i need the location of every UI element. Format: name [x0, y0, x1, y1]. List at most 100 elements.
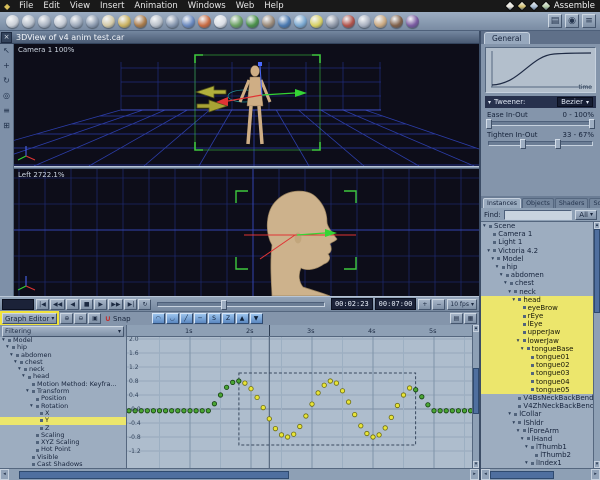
- tree-item-visible[interactable]: Visible: [0, 454, 126, 461]
- tab-objects[interactable]: Objects: [522, 198, 554, 208]
- keyframe-point[interactable]: [187, 408, 193, 414]
- keyframe-point[interactable]: [443, 408, 449, 414]
- close-viewport-icon[interactable]: ×: [1, 31, 12, 43]
- keyframe-point[interactable]: [230, 379, 236, 386]
- insert-cone-icon[interactable]: [37, 14, 51, 28]
- keyframe-point[interactable]: [150, 408, 156, 414]
- end-time-display[interactable]: 00:07:00: [374, 298, 417, 310]
- tree-item-lowerjaw[interactable]: ▾ lowerJaw: [481, 336, 593, 345]
- go-end-button[interactable]: ▶|: [124, 298, 138, 310]
- tree-item-lhand[interactable]: ▾ lHand: [481, 435, 593, 443]
- play-button[interactable]: ▶: [94, 298, 108, 310]
- keyframe-point[interactable]: [193, 408, 199, 414]
- tangent-step-button[interactable]: Z: [221, 313, 235, 324]
- keyframe-point[interactable]: [413, 387, 419, 393]
- insert-vertex-object-icon[interactable]: [133, 14, 147, 28]
- keyframe-point[interactable]: [455, 408, 461, 414]
- tree-item-neck[interactable]: ▾ neck: [0, 366, 126, 373]
- keyframe-point[interactable]: [376, 432, 382, 438]
- scroll-up-icon[interactable]: ▴: [473, 325, 479, 332]
- insert-particle-emitter-icon[interactable]: [165, 14, 179, 28]
- keyframe-point[interactable]: [242, 380, 248, 386]
- menu-windows[interactable]: Windows: [183, 1, 231, 11]
- scroll-down-icon[interactable]: ▾: [473, 461, 479, 468]
- left-viewport-canvas[interactable]: [14, 169, 479, 296]
- keyframe-point[interactable]: [321, 382, 327, 388]
- tree-item-hot-point[interactable]: Hot Point: [0, 446, 126, 453]
- zoom-in-icon[interactable]: ⊕: [60, 313, 74, 324]
- tree-item-z[interactable]: Z: [0, 425, 126, 432]
- tree-item-lforearm[interactable]: ▾ lForeArm: [481, 427, 593, 435]
- keyframe-point[interactable]: [260, 405, 266, 411]
- figure-model[interactable]: [238, 65, 272, 145]
- tree-item-chest[interactable]: ▾ chest: [0, 359, 126, 366]
- properties-list-icon[interactable]: ▤: [548, 14, 562, 28]
- scroll-up-icon[interactable]: ▴: [594, 222, 600, 229]
- keyframe-point[interactable]: [144, 408, 150, 414]
- keyframe-point[interactable]: [285, 434, 291, 440]
- tweener-value-dropdown[interactable]: Bezier ▾: [557, 97, 593, 107]
- go-start-button[interactable]: |◀: [36, 298, 49, 310]
- camera-viewport-canvas[interactable]: [14, 44, 479, 166]
- scrubber-thumb[interactable]: [221, 299, 228, 310]
- keyframe-point[interactable]: [272, 426, 278, 432]
- keyframe-point[interactable]: [217, 392, 224, 398]
- keyframe-point[interactable]: [437, 408, 443, 414]
- ik-handle-arrows-icon[interactable]: [194, 85, 229, 113]
- graph-editor-canvas[interactable]: 2.0 1.6 1.2 0.8 0.4 -0.0 -0.4 -0.8 -1.2: [127, 337, 472, 468]
- camera-viewport[interactable]: Camera 1 100%: [14, 44, 479, 166]
- tangent-linear-button[interactable]: ╱: [179, 313, 193, 324]
- insert-figure-icon[interactable]: [373, 14, 387, 28]
- insert-metaball-icon[interactable]: [149, 14, 163, 28]
- tree-item-leye[interactable]: lEye: [481, 320, 593, 329]
- tree-item-neck[interactable]: ▾ neck: [481, 288, 593, 296]
- tree-item-tongue03[interactable]: tongue03: [481, 369, 593, 378]
- tangent-in-button[interactable]: ▲: [235, 313, 249, 324]
- tree-item-upperjaw[interactable]: upperJaw: [481, 328, 593, 337]
- insert-target-icon[interactable]: [341, 14, 355, 28]
- viewport-titlebar[interactable]: × 3DView of v4 anim test.car: [0, 31, 479, 44]
- tangent-out-button[interactable]: ▼: [249, 313, 263, 324]
- keyframe-point[interactable]: [364, 430, 370, 437]
- delete-keyframe-button[interactable]: −: [432, 298, 446, 310]
- time-cursor[interactable]: [269, 325, 270, 336]
- tree-item-scaling[interactable]: Scaling: [0, 432, 126, 439]
- tree-item-cast-shadows[interactable]: Cast Shadows: [0, 461, 126, 468]
- select-tool-icon[interactable]: ↖: [3, 47, 10, 55]
- tree-item-lthumb1[interactable]: ▾ lThumb1: [481, 443, 593, 451]
- panel-scroll-thumb[interactable]: [490, 470, 554, 479]
- scene-scroll-thumb[interactable]: [594, 229, 600, 313]
- menu-animation[interactable]: Animation: [129, 1, 182, 11]
- tree-item-reye[interactable]: rEye: [481, 312, 593, 321]
- keyframe-point[interactable]: [431, 408, 437, 414]
- tree-item-eyebrow[interactable]: eyeBrow: [481, 303, 593, 313]
- panel-menu-icon[interactable]: ≡: [582, 14, 596, 28]
- tree-item-scene[interactable]: ▾ Scene: [481, 222, 593, 230]
- graph-options-icon[interactable]: ▤: [450, 313, 463, 324]
- tree-item-tonguebase[interactable]: ▾ tongueBase: [481, 344, 593, 353]
- menu-view[interactable]: View: [65, 1, 95, 11]
- timeline-scrubber[interactable]: [157, 299, 325, 310]
- tree-item-model[interactable]: ▾ Model: [0, 337, 126, 344]
- keyframe-point[interactable]: [406, 385, 413, 391]
- keyframe-point[interactable]: [266, 416, 272, 422]
- keyframe-point[interactable]: [199, 408, 205, 414]
- tree-item-hip[interactable]: ▾ hip: [481, 263, 593, 271]
- tangent-bezier-button[interactable]: S: [207, 313, 221, 324]
- tangent-ease-button[interactable]: ◡: [165, 313, 179, 324]
- keyframe-point[interactable]: [425, 402, 431, 408]
- insert-infinite-plane-icon[interactable]: [85, 14, 99, 28]
- tree-item-lcollar[interactable]: ▾ lCollar: [481, 410, 593, 418]
- time-ruler[interactable]: 1s 2s 3s 4s 5s: [127, 325, 472, 337]
- head-profile-model[interactable]: [266, 190, 338, 296]
- insert-group-icon[interactable]: [357, 14, 371, 28]
- insert-cube-icon[interactable]: [21, 14, 35, 28]
- fit-view-icon[interactable]: ▣: [88, 313, 102, 324]
- tree-item-y[interactable]: Y: [0, 417, 126, 425]
- track-view-icon[interactable]: ◉: [565, 14, 579, 28]
- menu-help[interactable]: Help: [259, 1, 288, 11]
- keyframe-point[interactable]: [461, 408, 468, 414]
- menu-file[interactable]: File: [14, 1, 38, 11]
- tree-item-camera-1[interactable]: Camera 1: [481, 230, 593, 238]
- left-ortho-viewport[interactable]: Left 2722.1%: [14, 169, 479, 296]
